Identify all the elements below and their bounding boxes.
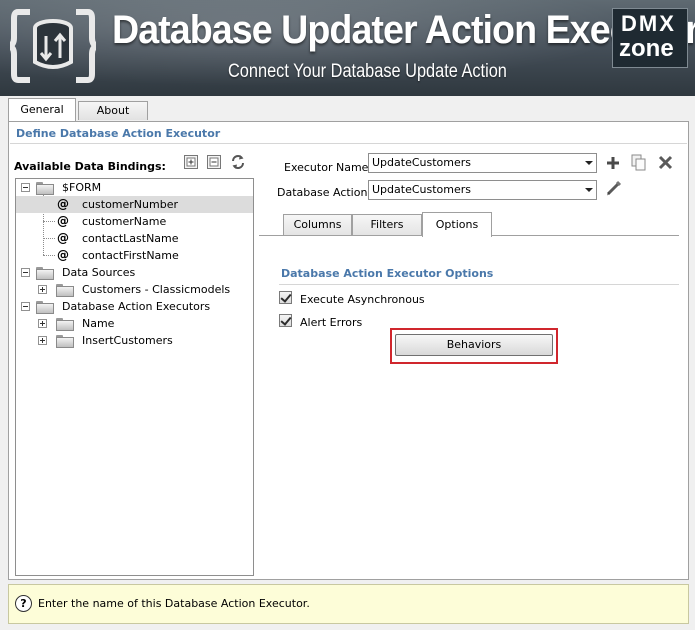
tab-options[interactable]: Options: [422, 212, 492, 237]
top-tab-strip: General About: [0, 96, 695, 121]
folder-icon: [36, 182, 54, 195]
collapse-all-icon[interactable]: [207, 155, 221, 169]
section-divider: [10, 143, 687, 144]
header-banner: Database Updater Action Executor Connect…: [0, 0, 695, 96]
folder-icon: [56, 318, 74, 331]
expand-icon[interactable]: [38, 285, 47, 294]
chevron-down-icon[interactable]: [585, 188, 593, 192]
collapse-icon[interactable]: [21, 183, 30, 192]
tree-item-label: customerName: [82, 215, 167, 228]
add-icon[interactable]: [606, 156, 620, 170]
help-bar: ? Enter the name of this Database Action…: [8, 584, 689, 624]
tree-item-label: contactLastName: [82, 232, 179, 245]
tree-item-label: customerNumber: [82, 198, 178, 211]
tree-item-label: $FORM: [62, 181, 102, 194]
options-divider: [279, 284, 679, 285]
tree-item-data-sources[interactable]: Data Sources: [16, 264, 253, 281]
database-action-value: UpdateCustomers: [372, 183, 471, 196]
tree-item-insert-customers[interactable]: InsertCustomers: [16, 332, 253, 349]
field-at-icon: @: [57, 197, 69, 211]
executor-name-value: UpdateCustomers: [372, 156, 471, 169]
alert-errors-label: Alert Errors: [300, 316, 363, 329]
main-panel: Define Database Action Executor Availabl…: [8, 121, 689, 580]
tree-item-contact-first-name[interactable]: @ contactFirstName: [16, 247, 253, 264]
alert-errors-checkbox[interactable]: [279, 314, 292, 327]
delete-icon[interactable]: [658, 155, 673, 170]
collapse-icon[interactable]: [21, 302, 30, 311]
question-icon: ?: [15, 595, 32, 612]
field-at-icon: @: [57, 248, 69, 262]
expand-icon[interactable]: [38, 336, 47, 345]
tab-filters[interactable]: Filters: [352, 214, 422, 236]
execute-async-label: Execute Asynchronous: [300, 293, 425, 306]
chevron-down-icon[interactable]: [585, 161, 593, 165]
tab-general[interactable]: General: [8, 98, 76, 121]
folder-icon: [36, 301, 54, 314]
options-title: Database Action Executor Options: [281, 267, 494, 280]
tree-item-customers-classicmodels[interactable]: Customers - Classicmodels: [16, 281, 253, 298]
tree-item-label: Database Action Executors: [62, 300, 211, 313]
folder-icon: [56, 335, 74, 348]
bindings-tree[interactable]: $FORM @ customerNumber @ customerName @ …: [15, 178, 254, 576]
tree-item-customer-name[interactable]: @ customerName: [16, 213, 253, 230]
database-action-combo[interactable]: UpdateCustomers: [368, 180, 597, 200]
behaviors-button[interactable]: Behaviors: [395, 334, 553, 356]
tree-item-customer-number[interactable]: @ customerNumber: [16, 196, 253, 213]
edit-icon[interactable]: [605, 180, 622, 197]
execute-async-checkbox[interactable]: [279, 291, 292, 304]
bindings-label: Available Data Bindings:: [14, 160, 166, 173]
executor-name-combo[interactable]: UpdateCustomers: [368, 153, 597, 173]
dmxzone-logo: DMX zone: [612, 8, 688, 68]
tree-item-contact-last-name[interactable]: @ contactLastName: [16, 230, 253, 247]
help-text: Enter the name of this Database Action E…: [38, 597, 310, 610]
tab-columns[interactable]: Columns: [283, 214, 352, 236]
copy-icon[interactable]: [631, 154, 647, 171]
tree-item-form[interactable]: $FORM: [16, 179, 253, 196]
folder-icon: [56, 284, 74, 297]
expand-icon[interactable]: [38, 319, 47, 328]
logo-text-top: DMX: [621, 11, 676, 36]
database-action-label: Database Action:: [277, 186, 372, 199]
logo-text-bottom: zone: [619, 35, 674, 62]
expand-all-icon[interactable]: [184, 155, 198, 169]
tree-item-label: Data Sources: [62, 266, 136, 279]
tree-item-label: InsertCustomers: [82, 334, 173, 347]
refresh-icon[interactable]: [230, 154, 246, 170]
database-logo-icon: [10, 9, 96, 83]
tree-item-label: contactFirstName: [82, 249, 179, 262]
field-at-icon: @: [57, 231, 69, 245]
banner-title: Database Updater Action Executor: [112, 8, 695, 52]
folder-icon: [36, 267, 54, 280]
field-at-icon: @: [57, 214, 69, 228]
tree-item-label: Name: [82, 317, 115, 330]
executor-name-label: Executor Name:: [284, 161, 373, 174]
section-title: Define Database Action Executor: [16, 127, 221, 140]
tab-about[interactable]: About: [78, 101, 148, 120]
banner-subtitle: Connect Your Database Update Action: [228, 61, 507, 82]
collapse-icon[interactable]: [21, 268, 30, 277]
tree-item-database-action-executors[interactable]: Database Action Executors: [16, 298, 253, 315]
tree-item-label: Customers - Classicmodels: [82, 283, 231, 296]
tree-item-name[interactable]: Name: [16, 315, 253, 332]
